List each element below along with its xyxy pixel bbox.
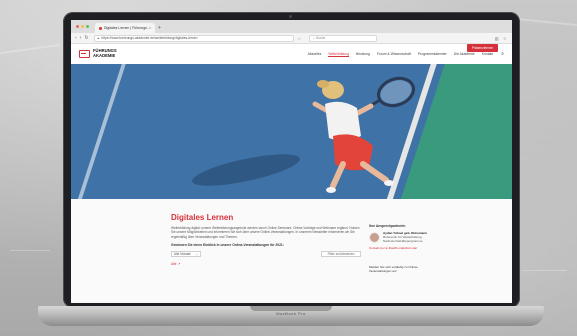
background-streak (522, 270, 567, 271)
nav-item-programmkalender[interactable]: Programmkalender (418, 52, 447, 56)
registration-note: Melden Sie sich vorläufig zu Online-Vera… (369, 265, 419, 273)
nav-item-aktuelles[interactable]: Aktuelles (308, 52, 322, 56)
search-icon[interactable]: ⌕ (501, 51, 504, 57)
month-select[interactable]: Alle Monate ⌄ (171, 251, 201, 258)
hero-image (71, 64, 512, 199)
logo-line-2: AKADEMIE (93, 53, 116, 58)
background-streak (0, 43, 60, 55)
window-close-button[interactable] (76, 25, 79, 28)
contact-card: Aydan Yüksel geb. Ruhemann Referentin fü… (369, 231, 439, 243)
window-maximize-button[interactable] (86, 25, 89, 28)
browser-search-input[interactable]: ⌕ Suche (309, 34, 378, 42)
intro-paragraph: Weiterbildung digital: unsere Weiterbild… (171, 226, 360, 239)
browser-tab-bar: Digitales Lernen | Führungs... × + (71, 20, 512, 33)
tennis-player-illustration (312, 76, 415, 193)
reset-filter-button[interactable]: Filter zurücksetzen (321, 251, 361, 258)
bookmark-star-icon[interactable]: ☆ (298, 36, 302, 41)
site-logo[interactable]: FÜHRUNGS AKADEMIE (79, 49, 117, 58)
browser-toolbar: ‹ › ↻ 🔒︎ https://www.fuehrungs-akademie.… (71, 33, 512, 44)
nav-item-forum[interactable]: Forum & Wissenschaft (377, 52, 411, 56)
nav-item-akademie[interactable]: Die Akademie (454, 52, 475, 56)
laptop-screen: Digitales Lernen | Führungs... × + ‹ › ↻… (71, 20, 512, 303)
contact-heading: Ihre Ansprechpartnerin (369, 224, 406, 228)
avatar (369, 232, 380, 243)
chevron-down-icon: ⌄ (195, 252, 198, 257)
browser-tab[interactable]: Digitales Lernen | Führungs... × (95, 23, 155, 33)
address-bar[interactable]: 🔒︎ https://www.fuehrungs-akademie.de/wei… (93, 34, 294, 42)
reload-button[interactable]: ↻ (84, 35, 88, 41)
nav-item-weiterbildung[interactable]: Weiterbildung (328, 52, 350, 57)
events-question: Gewinnen Sie einen Einblick in unsere On… (171, 243, 284, 248)
tab-close-icon[interactable]: × (149, 26, 151, 30)
filter-row: Alle Monate ⌄ Filter zurücksetzen (171, 251, 361, 258)
camera (289, 15, 292, 18)
laptop-base: MacBook Pro (38, 306, 544, 326)
lock-icon: 🔒︎ (97, 36, 100, 40)
forward-button[interactable]: › (80, 35, 82, 41)
tab-title: Digitales Lernen | Führungs... (104, 26, 149, 30)
device-label: MacBook Pro (276, 311, 306, 316)
all-events-link[interactable]: Alle ↗ (171, 262, 361, 266)
url-text: https://www.fuehrungs-akademie.de/weiter… (101, 36, 198, 40)
nav-item-kontakt[interactable]: Kontakt (482, 52, 494, 56)
logo-mark-icon (79, 50, 90, 58)
toolbar-menu-icons[interactable]: ▥ ≡ (495, 36, 508, 41)
background-streak (10, 250, 50, 251)
page-title: Digitales Lernen (171, 213, 234, 222)
contact-role: Referentin für Weiterbildung, Nachwuchsk… (383, 234, 423, 243)
favicon-icon (99, 26, 102, 30)
contact-link[interactable]: Kontakt per E-Mail/Kontaktformular (369, 247, 439, 251)
search-placeholder: Suche (315, 36, 326, 40)
site-header: FÜHRUNGS AKADEMIE Aktuelles Weiterbildun… (71, 44, 512, 64)
new-tab-button[interactable]: + (158, 25, 161, 31)
praesenzlernen-button[interactable]: Präsenzlernen (466, 44, 498, 52)
contact-sidebar: Ihre Ansprechpartnerin Aydan Yüksel geb.… (369, 224, 439, 274)
window-minimize-button[interactable] (81, 25, 84, 28)
nav-item-beratung[interactable]: Beratung (356, 52, 370, 56)
content-section: Digitales Lernen Weiterbildung digital: … (71, 199, 512, 303)
main-column: Digitales Lernen Weiterbildung digital: … (171, 213, 361, 266)
laptop-bezel: Digitales Lernen | Führungs... × + ‹ › ↻… (63, 12, 520, 308)
month-select-value: Alle Monate (174, 252, 191, 257)
back-button[interactable]: ‹ (75, 35, 77, 41)
